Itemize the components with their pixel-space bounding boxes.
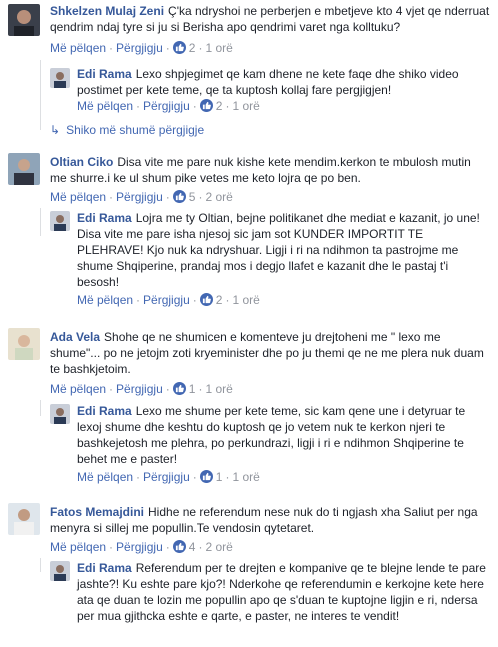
reply-button[interactable]: Përgjigju bbox=[116, 540, 163, 554]
profile-photo-icon bbox=[50, 561, 70, 581]
comment-actions: Më pëlqen · Përgjigju · 2 · 1 orë bbox=[77, 99, 260, 113]
like-button[interactable]: Më pëlqen bbox=[77, 99, 133, 113]
profile-photo-icon bbox=[8, 328, 40, 360]
reply-button[interactable]: Përgjigju bbox=[143, 293, 190, 307]
comment-body: Oltian Ciko Disa vite me pare nuk kishe k… bbox=[50, 154, 490, 186]
comment-author[interactable]: Ada Vela bbox=[50, 330, 100, 344]
reply-body: Edi Rama Lexo shpjegimet qe kam dhene ne … bbox=[77, 66, 487, 98]
profile-photo-icon bbox=[8, 4, 40, 36]
reply-button[interactable]: Përgjigju bbox=[116, 190, 163, 204]
comment-author[interactable]: Edi Rama bbox=[77, 67, 132, 81]
like-button[interactable]: Më pëlqen bbox=[50, 190, 106, 204]
reply-button[interactable]: Përgjigju bbox=[116, 41, 163, 55]
comment-body: Fatos Memajdini Hidhe ne referendum nese … bbox=[50, 504, 490, 536]
avatar[interactable] bbox=[8, 503, 40, 535]
comment-text: Shohe qe ne shumicen e komenteve ju drej… bbox=[50, 330, 484, 376]
comment-author[interactable]: Shkelzen Mulaj Zeni bbox=[50, 4, 164, 18]
comment-time[interactable]: 1 orë bbox=[205, 41, 232, 55]
comment-author[interactable]: Oltian Ciko bbox=[50, 155, 113, 169]
comment-time[interactable]: 2 orë bbox=[205, 540, 232, 554]
thumbs-up-icon bbox=[172, 190, 186, 203]
comment-author[interactable]: Edi Rama bbox=[77, 211, 132, 225]
thumbs-up-icon bbox=[199, 470, 213, 483]
avatar[interactable] bbox=[8, 153, 40, 185]
like-button[interactable]: Më pëlqen bbox=[50, 540, 106, 554]
profile-photo-icon bbox=[50, 404, 70, 424]
reply-button[interactable]: Përgjigju bbox=[116, 382, 163, 396]
comment-time[interactable]: 1 orë bbox=[205, 382, 232, 396]
comment-time[interactable]: 1 orë bbox=[232, 470, 259, 484]
comments-section: Shkelzen Mulaj Zeni Ç'ka ndryshoi ne perb… bbox=[0, 0, 498, 647]
thumbs-up-icon bbox=[199, 99, 213, 112]
comment-author[interactable]: Fatos Memajdini bbox=[50, 505, 144, 519]
like-button[interactable]: Më pëlqen bbox=[50, 41, 106, 55]
comment-text: Lexo shpjegimet qe kam dhene ne kete faq… bbox=[77, 67, 459, 97]
avatar[interactable] bbox=[8, 4, 40, 36]
comment-author[interactable]: Edi Rama bbox=[77, 404, 132, 418]
comment-time[interactable]: 2 orë bbox=[205, 190, 232, 204]
reply-button[interactable]: Përgjigju bbox=[143, 99, 190, 113]
avatar[interactable] bbox=[8, 328, 40, 360]
reply-arrow-icon: ↳ bbox=[50, 123, 61, 137]
thread-line bbox=[40, 208, 41, 236]
profile-photo-icon bbox=[8, 503, 40, 535]
comment-text: Lojra me ty Oltian, bejne politikanet dh… bbox=[77, 211, 480, 289]
avatar[interactable] bbox=[50, 404, 70, 424]
profile-photo-icon bbox=[50, 211, 70, 231]
comment-time[interactable]: 1 orë bbox=[232, 293, 259, 307]
like-button[interactable]: Më pëlqen bbox=[77, 293, 133, 307]
reply-body: Edi Rama Lojra me ty Oltian, bejne politi… bbox=[77, 210, 487, 290]
thumbs-up-icon bbox=[199, 293, 213, 306]
comment-actions: Më pëlqen · Përgjigju · 1 · 1 orë bbox=[50, 382, 233, 396]
comment-text: Lexo me shume per kete teme, sic kam qen… bbox=[77, 404, 466, 466]
profile-photo-icon bbox=[50, 68, 70, 88]
thumbs-up-icon bbox=[172, 540, 186, 553]
like-button[interactable]: Më pëlqen bbox=[77, 470, 133, 484]
thumbs-up-icon bbox=[172, 382, 186, 395]
profile-photo-icon bbox=[8, 153, 40, 185]
comment-actions: Më pëlqen · Përgjigju · 1 · 1 orë bbox=[77, 470, 260, 484]
avatar[interactable] bbox=[50, 68, 70, 88]
comment-body: Ada Vela Shohe qe ne shumicen e komenteve… bbox=[50, 329, 490, 377]
comment-author[interactable]: Edi Rama bbox=[77, 561, 132, 575]
reply-body: Edi Rama Lexo me shume per kete teme, sic… bbox=[77, 403, 487, 467]
thread-line bbox=[40, 558, 41, 572]
avatar[interactable] bbox=[50, 561, 70, 581]
comment-time[interactable]: 1 orë bbox=[232, 99, 259, 113]
like-button[interactable]: Më pëlqen bbox=[50, 382, 106, 396]
avatar[interactable] bbox=[50, 211, 70, 231]
comment-text: Referendum per te drejten e kompanive qe… bbox=[77, 561, 486, 623]
comment-actions: Më pëlqen · Përgjigju · 2 · 1 orë bbox=[50, 41, 233, 55]
reply-button[interactable]: Përgjigju bbox=[143, 470, 190, 484]
view-more-replies-link[interactable]: ↳ Shiko më shumë përgjigje bbox=[50, 122, 204, 138]
thread-line bbox=[40, 60, 41, 130]
thread-line bbox=[40, 400, 41, 416]
comment-actions: Më pëlqen · Përgjigju · 2 · 1 orë bbox=[77, 293, 260, 307]
comment-text: Disa vite me pare nuk kishe kete mendim.… bbox=[50, 155, 471, 185]
comment-actions: Më pëlqen · Përgjigju · 4 · 2 orë bbox=[50, 540, 233, 554]
thumbs-up-icon bbox=[172, 41, 186, 54]
reply-body: Edi Rama Referendum per te drejten e komp… bbox=[77, 560, 487, 624]
comment-actions: Më pëlqen · Përgjigju · 5 · 2 orë bbox=[50, 190, 233, 204]
comment-body: Shkelzen Mulaj Zeni Ç'ka ndryshoi ne perb… bbox=[50, 3, 490, 35]
